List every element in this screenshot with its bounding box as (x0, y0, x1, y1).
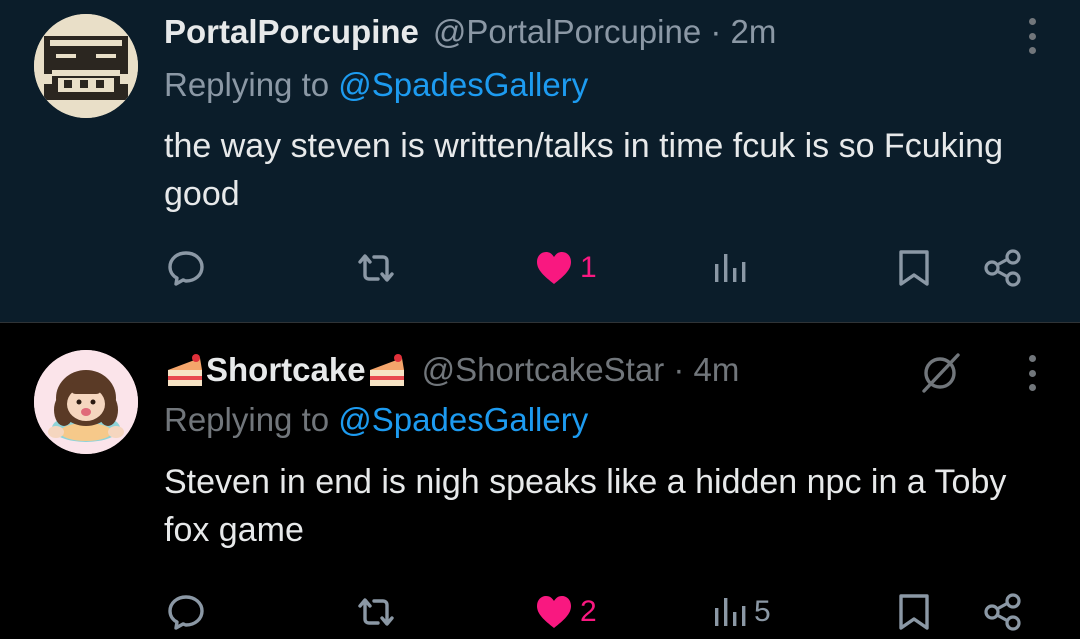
action-bar: 2 5 (0, 582, 1080, 639)
reply-button[interactable] (166, 582, 206, 639)
display-name[interactable]: PortalPorcupine (164, 13, 419, 51)
bar-chart-icon (715, 254, 746, 282)
chibi-character-avatar-image (34, 350, 138, 454)
mention-link[interactable]: @SpadesGallery (338, 401, 588, 438)
cake-slice-emoji-icon (369, 354, 404, 386)
share-icon (984, 249, 1021, 287)
dot (1028, 32, 1036, 40)
share-icon (984, 593, 1021, 631)
tweet-portalporcupine[interactable]: PortalPorcupine @PortalPorcupine · 2m Re… (0, 0, 1080, 323)
heart-icon (537, 252, 571, 284)
views-button[interactable]: 5 (712, 582, 771, 639)
tweet-header: PortalPorcupine @PortalPorcupine · 2m (164, 10, 776, 54)
tweet-header: Shortcake @ShortcakeStar · 4m (164, 348, 739, 392)
grok-icon[interactable] (914, 349, 966, 397)
bar-chart-icon (715, 598, 746, 626)
share-button[interactable] (982, 582, 1024, 639)
bookmark-icon (899, 250, 929, 286)
like-count: 1 (580, 251, 597, 284)
views-button[interactable] (712, 238, 754, 298)
display-name: Shortcake (206, 351, 366, 388)
retweet-button[interactable] (354, 582, 398, 639)
avatar[interactable] (34, 14, 138, 118)
mention-link[interactable]: @SpadesGallery (338, 66, 588, 103)
bookmark-button[interactable] (896, 238, 932, 298)
dot (1028, 369, 1036, 377)
handle-and-time[interactable]: @PortalPorcupine · 2m (433, 13, 776, 51)
cake-slice-emoji-icon (168, 354, 202, 386)
like-count: 2 (580, 595, 597, 628)
tweet-text: the way steven is written/talks in time … (164, 127, 1003, 213)
dot (1028, 47, 1036, 54)
share-button[interactable] (982, 238, 1024, 298)
replying-prefix: Replying to (164, 401, 339, 438)
handle-and-time[interactable]: @ShortcakeStar · 4m (422, 351, 740, 389)
views-count: 5 (754, 595, 771, 628)
speech-bubble-icon (168, 595, 204, 630)
pixel-face-avatar-image (34, 14, 138, 118)
retweet-button[interactable] (354, 238, 398, 298)
replying-to-line: Replying to @SpadesGallery (164, 66, 588, 104)
like-button[interactable]: 1 (534, 238, 597, 298)
vertical-dots-icon (1028, 18, 1036, 25)
display-name-with-emoji[interactable]: Shortcake (164, 351, 408, 389)
reply-button[interactable] (166, 238, 206, 298)
more-options-button[interactable] (1022, 16, 1042, 56)
replying-to-line: Replying to @SpadesGallery (164, 401, 588, 439)
tweet-text: Steven in end is nigh speaks like a hidd… (164, 463, 1007, 549)
more-options-button[interactable] (1022, 353, 1042, 393)
bookmark-icon (899, 594, 929, 630)
replying-prefix: Replying to (164, 66, 339, 103)
like-button[interactable]: 2 (534, 582, 597, 639)
avatar[interactable] (34, 350, 138, 454)
bookmark-button[interactable] (896, 582, 932, 639)
vertical-dots-icon (1028, 355, 1036, 362)
action-bar: 1 (0, 238, 1080, 298)
heart-icon (537, 596, 571, 628)
retweet-arrows-icon (358, 254, 394, 282)
retweet-arrows-icon (358, 598, 394, 626)
speech-bubble-icon (168, 251, 204, 286)
dot (1028, 384, 1036, 391)
tweet-shortcake[interactable]: Shortcake @ShortcakeStar · 4m Replying t… (0, 323, 1080, 639)
